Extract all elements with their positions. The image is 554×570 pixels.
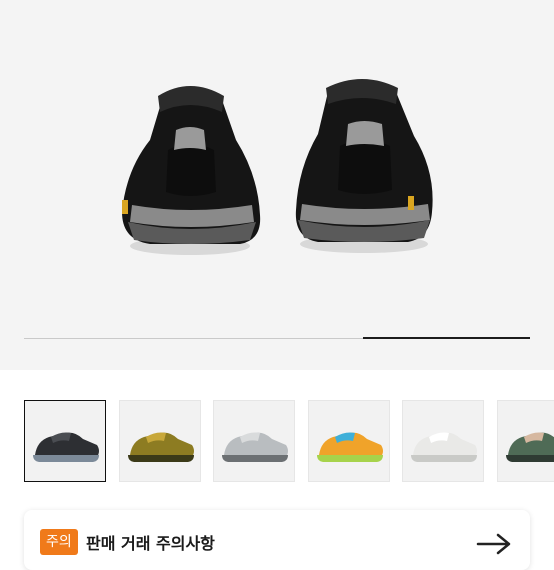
- multicolor-shoe-thumbnail[interactable]: [308, 400, 390, 482]
- shoe-thumbnail-icon: [309, 401, 391, 482]
- sale-notice-card[interactable]: 주의 판매 거래 주의사항: [24, 510, 530, 570]
- shoe-thumbnail-icon: [403, 401, 485, 482]
- shoe-thumbnail-icon: [214, 401, 296, 482]
- product-image-area[interactable]: [0, 0, 554, 370]
- shoe-rear-view-image: [0, 0, 554, 370]
- right-shoe: [296, 79, 433, 253]
- shoe-thumbnail-icon: [120, 401, 202, 482]
- notice-badge: 주의: [40, 529, 78, 555]
- shoe-thumbnail-icon: [498, 401, 554, 482]
- notice-title: 판매 거래 주의사항: [86, 530, 215, 554]
- green-shoe-thumbnail[interactable]: [497, 400, 554, 482]
- gallery-progress-track: [24, 338, 530, 339]
- black-shoe-thumbnail[interactable]: [24, 400, 106, 482]
- white-shoe-thumbnail[interactable]: [402, 400, 484, 482]
- olive-shoe-thumbnail[interactable]: [119, 400, 201, 482]
- thumbnail-strip: [24, 400, 554, 482]
- arrow-right-icon[interactable]: [474, 532, 514, 560]
- shoe-thumbnail-icon: [25, 401, 107, 482]
- gallery-progress-indicator: [363, 337, 530, 339]
- grey-shoe-thumbnail[interactable]: [213, 400, 295, 482]
- left-shoe: [122, 86, 260, 255]
